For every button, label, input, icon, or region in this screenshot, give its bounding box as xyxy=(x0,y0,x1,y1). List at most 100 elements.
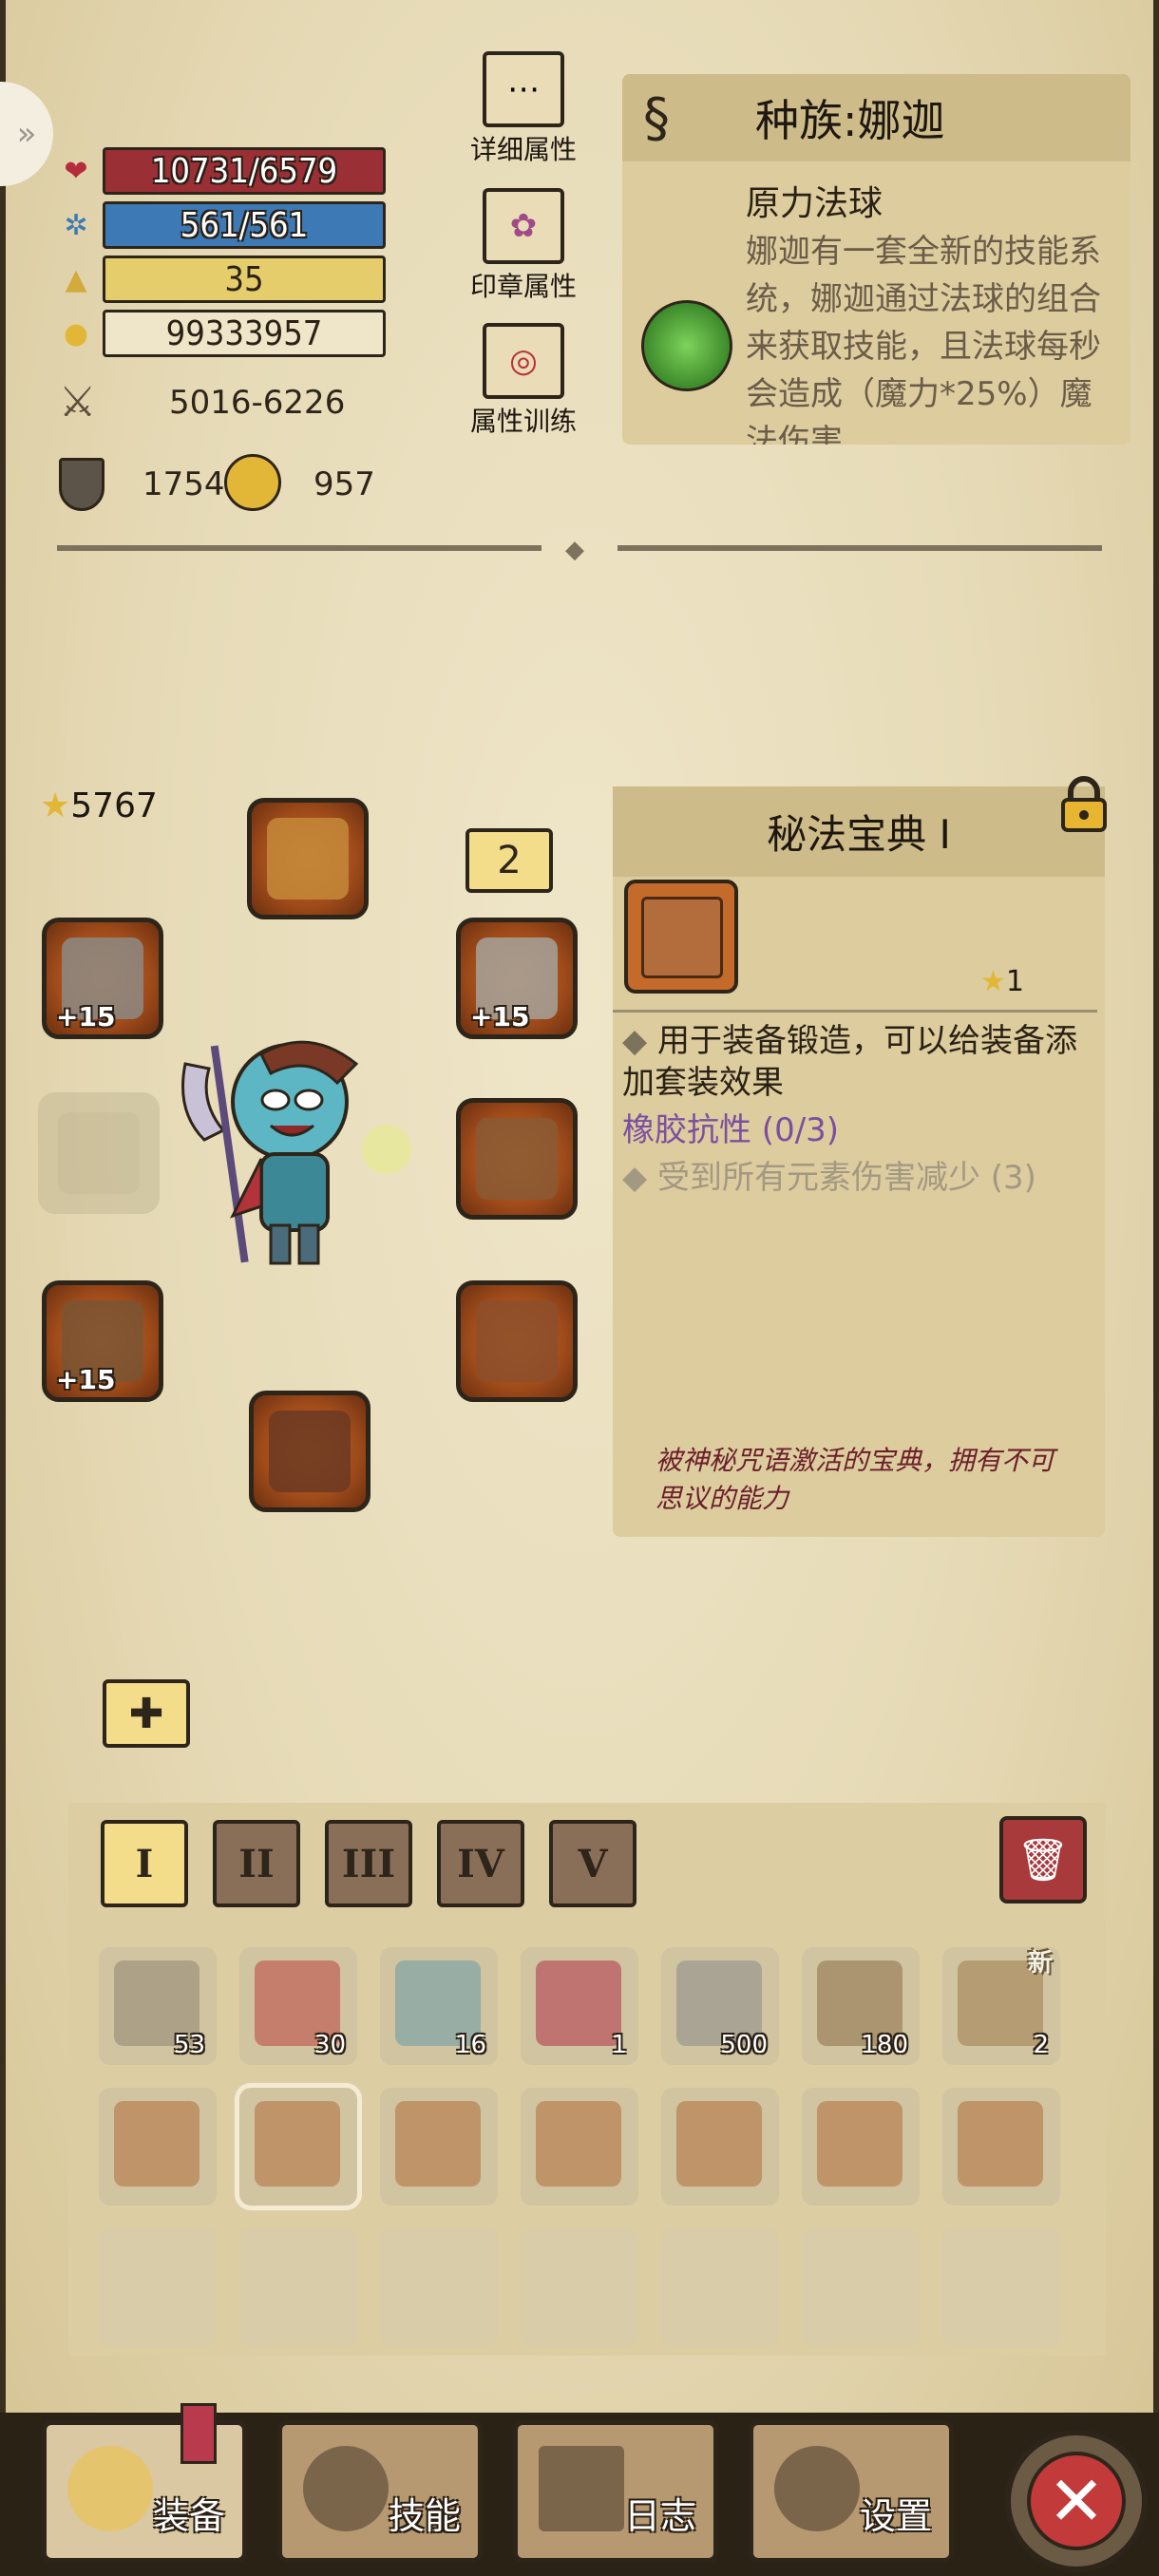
inventory-slot-empty[interactable] xyxy=(99,2228,217,2346)
star-score: ★5767 xyxy=(40,786,158,825)
race-title: 种族:娜迦 xyxy=(755,95,945,146)
gold-coins-icon: ● xyxy=(63,316,89,350)
inventory-slot-empty[interactable] xyxy=(380,2228,498,2346)
inventory-slot-shovel[interactable]: 新2 xyxy=(942,1947,1060,2065)
inventory-slot-red-potion[interactable]: 30 xyxy=(239,1947,357,2065)
crossed-swords-icon: ⚔ xyxy=(59,378,97,426)
star-icon: ★ xyxy=(40,786,71,825)
scroll-icon xyxy=(539,2446,624,2531)
item-star-rating: ★1 xyxy=(980,965,1024,998)
nav-skills[interactable]: 技能 xyxy=(277,2420,483,2563)
tab-page-1[interactable]: I xyxy=(101,1820,188,1907)
tome-icon xyxy=(641,897,723,978)
equip-slot-boots[interactable] xyxy=(249,1391,370,1512)
crossbow-icon xyxy=(476,1118,558,1200)
skill-orb-icon xyxy=(303,2446,389,2531)
item-thumbnail xyxy=(624,880,738,994)
inventory-slot-tome[interactable] xyxy=(380,2088,498,2206)
close-button[interactable]: ✕ xyxy=(1005,2430,1148,2572)
equip-slot-armor[interactable]: +15 xyxy=(42,918,163,1039)
inventory-slot-blue-potion[interactable]: 16 xyxy=(380,1947,498,2065)
set-bonus: ◆ 受到所有元素伤害减少 (3) xyxy=(622,1159,1036,1197)
tab-page-2[interactable]: II xyxy=(213,1820,300,1907)
race-header: § 种族:娜迦 xyxy=(622,74,1130,161)
inventory-slot-tome[interactable] xyxy=(521,2088,638,2206)
bullet-diamond-icon: ◆ xyxy=(622,1022,657,1060)
target-icon: ◎ xyxy=(483,323,564,399)
locked-tome-icon xyxy=(395,2101,481,2187)
inventory-slot-empty[interactable] xyxy=(239,2228,357,2346)
inventory-slot-chest[interactable]: 180 xyxy=(802,1947,920,2065)
inventory-slot-tome[interactable] xyxy=(802,2088,920,2206)
magic-value: 957 xyxy=(314,465,375,503)
inventory-slot-empty[interactable] xyxy=(521,2228,638,2346)
equip-slot-belt[interactable] xyxy=(456,1280,578,1402)
mana-sparkle-icon: ✲ xyxy=(64,208,88,242)
add-cross-icon[interactable]: ✚ xyxy=(103,1679,190,1748)
gear-icon xyxy=(774,2446,860,2531)
nav-settings[interactable]: 设置 xyxy=(749,2420,954,2563)
item-effect: ◆ 用于装备锻造，可以给装备添加套装效果 xyxy=(622,1022,1077,1102)
magic-staff-icon xyxy=(224,454,281,511)
tab-page-4[interactable]: IV xyxy=(437,1820,524,1907)
set-name: 橡胶抗性 (0/3) xyxy=(622,1111,840,1149)
equip-slot-weapon-empty[interactable] xyxy=(38,1092,160,1214)
inventory-slot-tome[interactable] xyxy=(942,2088,1060,2206)
inventory-slot-empty[interactable] xyxy=(802,2228,920,2346)
item-detail-panel: 秘法宝典 I ★1 ◆ 用于装备锻造，可以给装备添加套装效果 橡胶抗性 (0/3… xyxy=(613,776,1107,1537)
shield-icon xyxy=(59,458,104,511)
locked-tome-icon xyxy=(536,2101,621,2187)
race-skill-icon[interactable] xyxy=(641,300,732,391)
inventory-slot-empty[interactable] xyxy=(942,2228,1060,2346)
item-divider xyxy=(613,1010,1097,1013)
divider-right xyxy=(618,545,1102,551)
equip-slot-accessory[interactable]: +15 xyxy=(456,918,578,1039)
divider-left xyxy=(57,545,542,551)
equip-slot-helmet[interactable] xyxy=(247,798,369,919)
hat-icon xyxy=(267,818,349,900)
trash-icon[interactable]: 🗑 xyxy=(999,1816,1087,1904)
tab-page-3[interactable]: III xyxy=(325,1820,412,1907)
equip-slot-gloves[interactable]: +15 xyxy=(42,1280,163,1402)
inventory-slot-pickaxe[interactable]: 53 xyxy=(99,1947,217,2065)
inventory-slot-ore[interactable]: 500 xyxy=(661,1947,779,2065)
level-triangle-icon: ▲ xyxy=(65,262,87,296)
tab-page-5[interactable]: V xyxy=(549,1820,636,1907)
star-icon: ★ xyxy=(980,965,1006,998)
seal-attributes-button[interactable]: ✿ 印章属性 xyxy=(470,188,577,304)
inventory-slot-big-potion[interactable]: 1 xyxy=(521,1947,638,2065)
big-potion-icon xyxy=(536,1960,621,2046)
flower-seal-icon: ✿ xyxy=(483,188,564,264)
bookmark-ribbon-icon xyxy=(180,2403,217,2464)
belt-icon xyxy=(476,1300,558,1382)
inventory-slot-tome[interactable] xyxy=(661,2088,779,2206)
slot-count-badge[interactable]: 2 xyxy=(466,828,553,893)
heart-icon: ❤ xyxy=(64,154,88,188)
race-description: 原力法球 娜迦有一套全新的技能系统，娜迦通过法球的组合来获取技能，且法球每秒会造… xyxy=(746,184,1101,445)
detail-attributes-button[interactable]: ⋯ 详细属性 xyxy=(470,51,577,167)
gold-value: 99333957 xyxy=(103,310,386,357)
attribute-training-button[interactable]: ◎ 属性训练 xyxy=(470,323,577,439)
mp-value: 561/561 xyxy=(103,201,386,249)
boots-icon xyxy=(269,1411,351,1492)
axe-silhouette-icon xyxy=(58,1112,140,1194)
item-flavor-text: 被神秘咒语激活的宝典，拥有不可思议的能力 xyxy=(656,1445,1055,1514)
nav-log[interactable]: 日志 xyxy=(513,2420,718,2563)
new-badge: 新 xyxy=(1027,1949,1053,1978)
locked-tome-icon xyxy=(817,2101,902,2187)
snake-icon: § xyxy=(643,87,670,149)
lock-icon[interactable] xyxy=(1057,775,1111,834)
hero-character xyxy=(181,1040,411,1265)
locked-tome-icon xyxy=(958,2101,1043,2187)
race-panel: § 种族:娜迦 原力法球 娜迦有一套全新的技能系统，娜迦通过法球的组合来获取技能… xyxy=(622,74,1130,445)
level-row: ▲ 35 xyxy=(57,255,386,304)
equip-slot-offhand[interactable] xyxy=(456,1098,578,1220)
divider-ornament: ◆ xyxy=(565,536,584,564)
level-value: 35 xyxy=(103,256,386,303)
inventory-slot-empty[interactable] xyxy=(661,2228,779,2346)
gold-row: ● 99333957 xyxy=(57,309,386,358)
inventory-slot-tome[interactable] xyxy=(99,2088,217,2206)
item-name: 秘法宝典 I xyxy=(613,786,1105,877)
defense-value: 1754 xyxy=(142,465,225,503)
inventory-slot-tome-selected[interactable] xyxy=(235,2083,362,2210)
